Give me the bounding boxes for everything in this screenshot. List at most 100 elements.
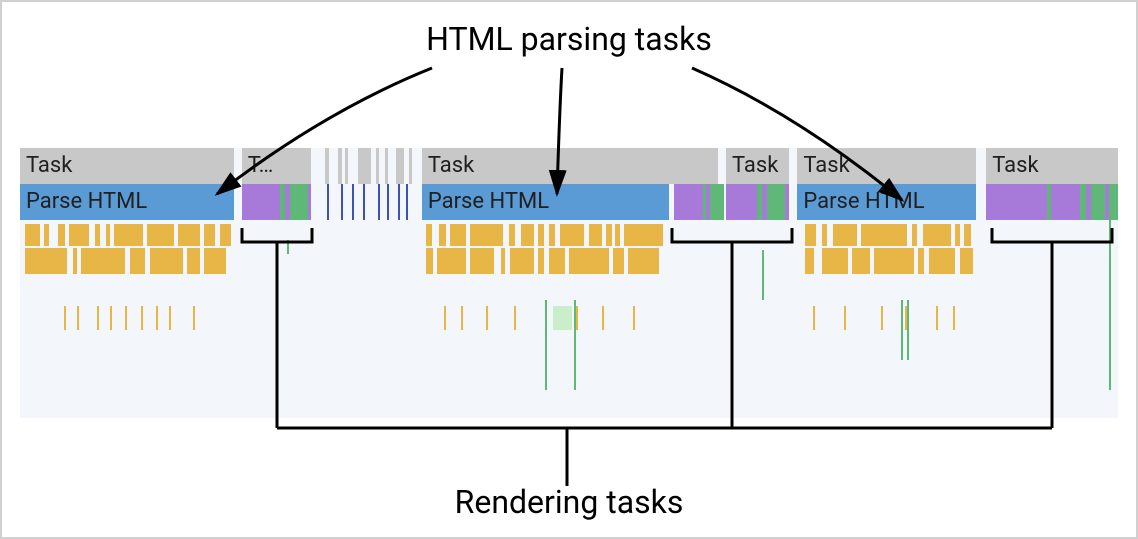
flame-chunk [852,248,870,274]
flame-chunk [918,248,923,274]
flame-chunk [25,224,39,246]
task-gap-mark [325,148,328,184]
flame-chunk [929,248,955,274]
task-gap-mark [345,148,348,184]
flame-chunk [569,248,609,274]
flame-chunk [602,306,604,330]
flame-chunk [923,224,952,246]
task-block: T… [242,148,311,184]
flame-chunk [822,224,827,246]
parse-html-block: Parse HTML [797,184,976,220]
flame-chunk [964,224,971,246]
flame-chunk [25,248,67,274]
flame-chunk [615,224,619,246]
flame-chunk [628,248,659,274]
parse-html-block: Parse HTML [20,184,234,220]
flame-chunk [955,224,959,246]
flame-chunk [204,224,215,246]
flame-chunk [437,248,466,274]
task-block: Task [726,148,789,184]
flame-chunk [110,306,112,330]
flame-track [20,220,1118,418]
flame-chunk [220,224,231,246]
flame-chunk [813,306,815,330]
task-block: Task [20,148,234,184]
render-segment [785,184,788,220]
flame-chunk [461,306,463,330]
flame-chunk [204,248,226,274]
flame-chunk [560,224,584,246]
annotation-top-label: HTML parsing tasks [426,20,712,58]
task-gap-mark [409,148,412,184]
flame-chunk [58,224,65,246]
flame-chunk [77,306,79,330]
diagram-frame: HTML parsing tasks Rendering tasks TaskT… [0,0,1138,539]
flame-chunk [130,248,145,274]
event-marker-green [1109,220,1111,390]
task-block: Task [986,148,1118,184]
event-marker [398,184,400,220]
parse-track: Parse HTML Parse HTML Parse HTML [20,184,1118,220]
flame-chunk [509,224,516,246]
task-gap-mark [385,148,388,184]
flame-chunk [178,224,200,246]
event-marker-green [762,250,764,300]
render-segment [1109,184,1118,220]
flame-chunk [125,306,127,330]
flame-chunk [439,224,446,246]
flame-chunk [589,224,602,246]
flame-chunk [73,248,77,274]
flame-chunk [960,248,973,274]
flame-chunk [150,248,183,274]
flame-chunk [861,224,907,246]
render-segment [679,184,703,220]
flame-chunk [936,306,938,330]
task-gap-mark [396,148,405,184]
render-segment [242,184,250,220]
flame-chunk [510,248,534,274]
flame-chunk [486,306,488,330]
event-marker [352,184,354,220]
flame-chunk [141,306,143,330]
flame-chunk [501,248,505,274]
event-marker [406,184,408,220]
flame-chunk [187,248,200,274]
flame-chunk [44,224,48,246]
flame-chunk [549,248,564,274]
task-gap-mark [338,148,341,184]
render-segment [1080,184,1087,220]
event-marker-green [907,300,909,360]
flame-chunk [521,224,534,246]
flame-chunk [844,306,846,330]
render-segment [710,184,724,220]
flame-chunk [106,224,110,246]
render-segment [767,184,786,220]
event-marker [327,184,329,220]
flame-chunk [193,306,195,330]
flame-chunk [549,224,554,246]
flame-chunk [444,306,446,330]
profiler-flame-chart: TaskT…TaskTaskTaskTask Parse HTMLParse H… [20,148,1118,418]
flame-chunk [156,306,158,330]
flame-chunk [538,224,543,246]
event-marker-green [574,300,576,390]
event-marker-green [545,300,547,390]
flame-chunk [114,224,143,246]
event-marker [341,184,343,220]
event-marker-green [901,300,903,360]
parse-html-block: Parse HTML [422,184,669,220]
flame-chunk [426,248,433,274]
flame-chunk [95,224,100,246]
flame-chunk [624,224,664,246]
render-segment [1055,184,1079,220]
flame-chunk [470,224,503,246]
flame-chunk [953,306,955,330]
render-segment [249,184,280,220]
task-track: TaskT…TaskTaskTaskTask [20,148,1118,184]
flame-chunk [881,306,883,330]
event-marker [363,184,365,220]
flame-chunk [805,248,814,274]
event-marker [387,184,389,220]
flame-chunk [912,224,917,246]
task-block: Task [797,148,976,184]
